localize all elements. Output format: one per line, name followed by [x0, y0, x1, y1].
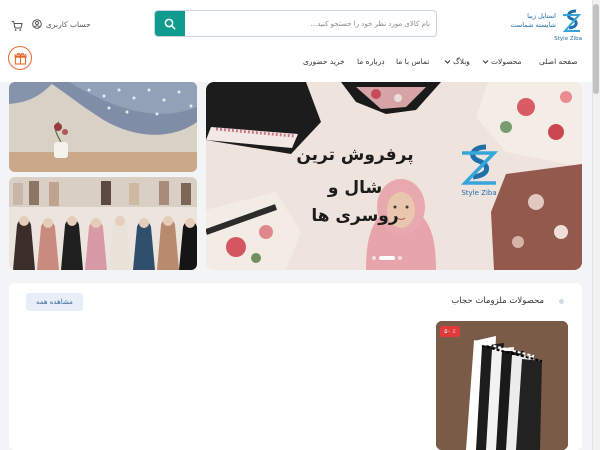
- nav-item-label: تماس با ما: [396, 56, 430, 66]
- side-banner-scarf[interactable]: [9, 82, 197, 172]
- hero-title-line1: پرفروش ترین: [296, 145, 414, 165]
- discount-badge: ۵۰ ٪: [440, 326, 460, 337]
- search-bar: [154, 10, 437, 37]
- nav-item-label: خرید حضوری: [303, 56, 345, 66]
- side-banner-models[interactable]: [9, 177, 197, 270]
- nav-item-label: درباره ما: [357, 56, 385, 66]
- chevron-down-icon: [482, 59, 489, 64]
- scrollbar-thumb[interactable]: [593, 4, 599, 94]
- logo-text-line1: استایل زیبا: [527, 12, 556, 20]
- hero-banner[interactable]: پرفروش ترین شال و روسری ها Style Ziba: [206, 82, 582, 270]
- page-scrollbar[interactable]: [592, 0, 600, 450]
- nav-item-about[interactable]: درباره ما: [357, 54, 385, 68]
- nav-item-home[interactable]: صفحه اصلی: [539, 54, 578, 68]
- section-title: محصولات ملزومات حجاب: [451, 296, 544, 306]
- side-banner-models-image: [9, 177, 197, 270]
- hero-brand-name: Style Ziba: [461, 189, 497, 197]
- cart-button[interactable]: [11, 17, 23, 31]
- cart-icon: [11, 21, 23, 31]
- hero-title-line2: شال و روسری ها: [311, 178, 399, 226]
- section-dot-icon: [559, 299, 564, 304]
- search-button[interactable]: [155, 11, 185, 36]
- logo-mark-icon: [562, 9, 582, 32]
- slider-dot-active[interactable]: [379, 256, 395, 260]
- nav-item-products[interactable]: محصولات: [482, 54, 522, 68]
- products-section: محصولات ملزومات حجاب مشاهده همه ۵۰ ٪: [9, 283, 582, 450]
- gift-icon: [13, 52, 27, 65]
- logo-text-line2: شایسته شماست: [510, 21, 556, 29]
- view-all-button[interactable]: مشاهده همه: [26, 293, 83, 311]
- logo-text: استایل زیبا شایسته شماست: [510, 12, 556, 30]
- nav-item-label: صفحه اصلی: [539, 56, 578, 66]
- chevron-down-icon: [444, 59, 451, 64]
- side-banner-scarf-image: [9, 82, 197, 172]
- slider-dots: [372, 256, 402, 260]
- nav-item-blog[interactable]: وبلاگ: [444, 54, 470, 68]
- nav-item-label: وبلاگ: [453, 56, 470, 66]
- site-logo[interactable]: استایل زیبا شایسته شماست Style Ziba: [510, 9, 582, 42]
- product-image: [436, 321, 568, 450]
- slider-dot[interactable]: [372, 256, 376, 260]
- user-circle-icon: [32, 19, 42, 29]
- product-card[interactable]: ۵۰ ٪: [436, 321, 568, 450]
- slider-dot[interactable]: [398, 256, 402, 260]
- account-label: حساب کاربری: [46, 19, 91, 29]
- gift-button[interactable]: [8, 46, 32, 70]
- site-header: استایل زیبا شایسته شماست Style Ziba حساب…: [0, 0, 592, 82]
- search-icon: [164, 18, 176, 30]
- account-link[interactable]: حساب کاربری: [32, 17, 91, 31]
- nav-item-label: محصولات: [491, 56, 522, 66]
- logo-sub: Style Ziba: [554, 36, 582, 42]
- nav-item-in-store[interactable]: خرید حضوری: [303, 54, 345, 68]
- nav-item-contact[interactable]: تماس با ما: [396, 54, 429, 68]
- search-input[interactable]: [186, 11, 436, 36]
